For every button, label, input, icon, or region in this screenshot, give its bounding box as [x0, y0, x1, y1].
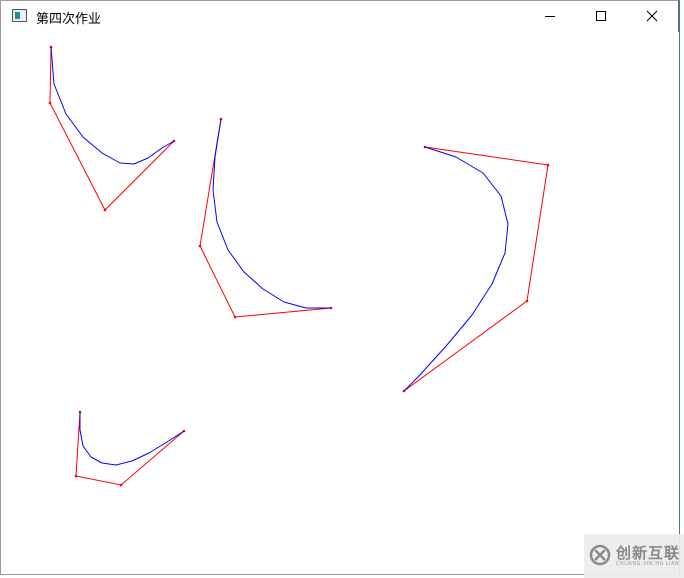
watermark: 创新互联 CHUANG XIN HU LIAN: [584, 534, 684, 578]
control-point: [119, 483, 123, 487]
window-title: 第四次作业: [36, 12, 102, 27]
control-point: [198, 244, 202, 248]
control-polygon: [199, 118, 332, 318]
bezier-curve: [403, 146, 509, 392]
app-window: 第四次作业: [0, 0, 680, 575]
bezier-curve: [212, 118, 331, 309]
control-point: [525, 299, 529, 303]
maximize-icon: [596, 11, 606, 21]
control-polygon: [75, 411, 185, 486]
close-icon: [646, 10, 658, 22]
brand-logo-icon: [589, 544, 611, 566]
curve-3: [402, 145, 550, 393]
curve-4: [74, 410, 186, 487]
bezier-curve: [79, 412, 185, 466]
watermark-subtext: CHUANG XIN HU LIAN: [616, 561, 680, 567]
control-polygon: [49, 46, 175, 211]
bezier-curve: [50, 46, 175, 165]
close-button[interactable]: [629, 1, 675, 31]
control-point: [103, 208, 107, 212]
curve-1: [48, 45, 176, 212]
curve-2: [198, 117, 333, 319]
app-window-icon[interactable]: [12, 9, 27, 22]
drawing-canvas[interactable]: [1, 32, 679, 574]
title-bar[interactable]: 第四次作业: [1, 1, 678, 32]
maximize-button[interactable]: [578, 1, 624, 31]
control-point: [546, 163, 550, 167]
control-point: [48, 101, 52, 105]
control-point: [233, 315, 237, 319]
watermark-text: 创新互联: [616, 544, 681, 562]
bezier-drawing: [48, 45, 550, 487]
control-point: [74, 474, 78, 478]
control-polygon: [403, 146, 549, 392]
minimize-icon: [545, 16, 555, 17]
minimize-button[interactable]: [527, 1, 573, 31]
